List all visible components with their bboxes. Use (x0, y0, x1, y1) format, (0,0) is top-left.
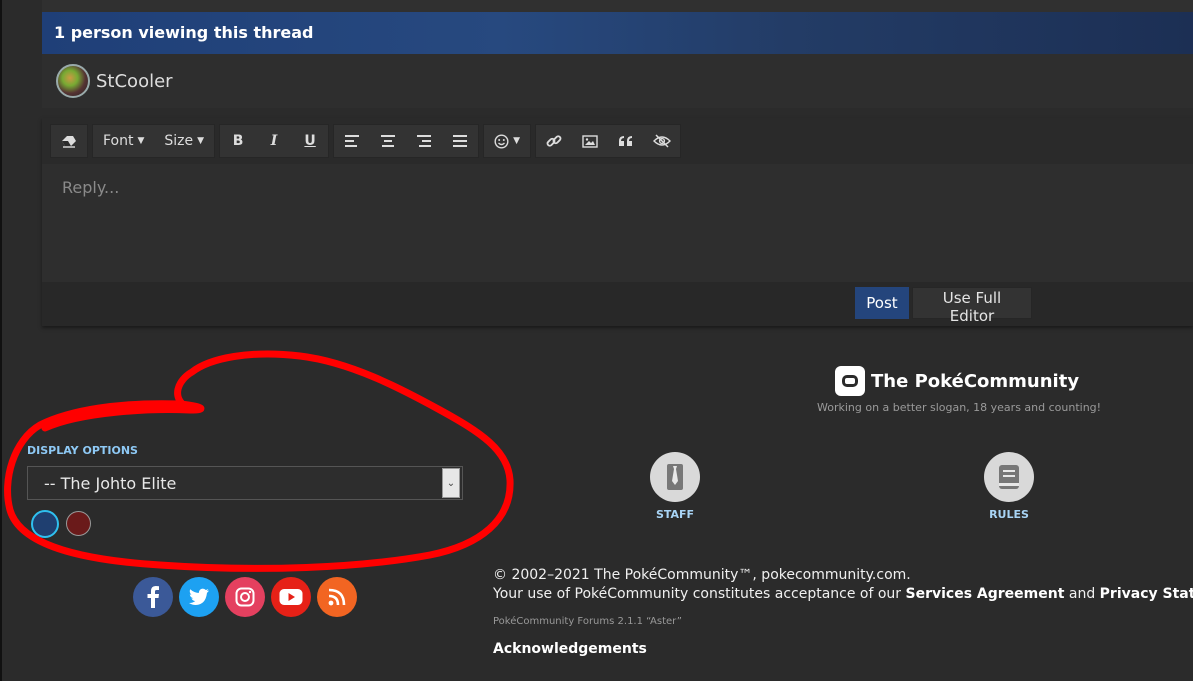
justify-icon (453, 135, 468, 147)
services-agreement-link[interactable]: Services Agreement (906, 586, 1065, 602)
spoiler-button[interactable] (644, 125, 680, 157)
instagram-link[interactable] (225, 577, 265, 617)
justify-button[interactable] (442, 125, 478, 157)
privacy-statement-link[interactable]: Privacy Statement (1100, 586, 1193, 602)
caret-down-icon: ▼ (197, 136, 205, 146)
toolbar-group-insert (535, 124, 681, 158)
reply-textarea[interactable]: Reply... (42, 164, 1193, 282)
color-swatch-blue[interactable] (31, 510, 59, 538)
forum-version: PokéCommunity Forums 2.1.1 “Aster” (493, 616, 682, 627)
facebook-link[interactable] (133, 577, 173, 617)
font-label: Font (103, 133, 134, 149)
color-swatch-red[interactable] (66, 511, 91, 536)
underline-button[interactable]: U (292, 125, 328, 157)
size-menu-button[interactable]: Size ▼ (154, 125, 214, 157)
align-right-button[interactable] (406, 125, 442, 157)
avatar[interactable] (56, 64, 90, 98)
brand-name: The PokéCommunity (871, 370, 1080, 392)
insert-link-button[interactable] (536, 125, 572, 157)
twitter-link[interactable] (179, 577, 219, 617)
image-icon (582, 134, 598, 148)
reply-placeholder: Reply... (62, 178, 120, 197)
post-button[interactable]: Post (855, 287, 909, 319)
viewer-row: StCooler (42, 54, 1193, 108)
instagram-icon (235, 587, 255, 607)
italic-button[interactable]: I (256, 125, 292, 157)
staff-circle (650, 452, 700, 502)
twitter-icon (188, 588, 209, 605)
toolbar-group-emoji: ▼ (483, 124, 531, 158)
font-menu-button[interactable]: Font ▼ (93, 125, 154, 157)
align-left-icon (345, 135, 360, 147)
size-label: Size (164, 133, 194, 149)
eye-slash-icon (653, 134, 671, 148)
smiley-icon (494, 133, 509, 149)
clear-formatting-button[interactable] (51, 125, 87, 157)
usage-and: and (1064, 586, 1100, 602)
toolbar-group-clear (50, 124, 88, 158)
insert-image-button[interactable] (572, 125, 608, 157)
use-full-editor-button[interactable]: Use Full Editor (912, 287, 1032, 325)
copyright-text: © 2002–2021 The PokéCommunity™, pokecomm… (493, 567, 911, 583)
thread-viewers-block: 1 person viewing this thread StCooler (42, 12, 1193, 108)
editor-toolbar: Font ▼ Size ▼ B I U ▼ (42, 118, 1193, 164)
page-left-edge (0, 0, 2, 681)
site-slogan: Working on a better slogan, 18 years and… (817, 401, 1102, 414)
viewer-username[interactable]: StCooler (96, 71, 173, 92)
rss-link[interactable] (317, 577, 357, 617)
youtube-icon (279, 589, 303, 605)
quote-button[interactable] (608, 125, 644, 157)
selected-style: -- The Johto Elite (44, 473, 177, 493)
acknowledgements-link[interactable]: Acknowledgements (493, 641, 647, 657)
bold-button[interactable]: B (220, 125, 256, 157)
editor-footer: Post Use Full Editor (42, 282, 1193, 326)
bold-icon: B (232, 133, 244, 149)
rules-circle (984, 452, 1034, 502)
align-center-icon (381, 135, 396, 147)
style-chooser-select[interactable]: -- The Johto Elite ⌄ (27, 466, 463, 500)
quick-reply-editor: Font ▼ Size ▼ B I U ▼ Reply... Post Use … (42, 118, 1193, 326)
toolbar-group-style: B I U (219, 124, 330, 158)
necktie-icon (667, 464, 683, 490)
viewers-heading: 1 person viewing this thread (42, 12, 1193, 54)
youtube-link[interactable] (271, 577, 311, 617)
rss-icon (328, 588, 346, 606)
rules-label: RULES (989, 508, 1029, 521)
align-left-button[interactable] (334, 125, 370, 157)
top-strip (42, 0, 1193, 12)
align-right-icon (417, 135, 432, 147)
emoji-menu-button[interactable]: ▼ (484, 125, 530, 157)
pokecommunity-logo-icon (835, 366, 865, 396)
rules-link[interactable]: RULES (969, 452, 1049, 521)
book-icon (999, 465, 1019, 489)
quote-icon (619, 136, 632, 146)
site-brand[interactable]: The PokéCommunity (835, 366, 1079, 396)
toolbar-group-align (333, 124, 480, 158)
link-icon (546, 135, 562, 147)
italic-icon: I (270, 133, 278, 149)
underline-icon: U (304, 133, 316, 149)
usage-statement: Your use of PokéCommunity constitutes ac… (493, 586, 1193, 602)
caret-down-icon: ▼ (137, 136, 145, 146)
chevron-down-icon[interactable]: ⌄ (442, 468, 460, 498)
usage-prefix: Your use of PokéCommunity constitutes ac… (493, 586, 906, 602)
align-center-button[interactable] (370, 125, 406, 157)
display-options-label: DISPLAY OPTIONS (27, 444, 138, 457)
caret-down-icon: ▼ (513, 136, 520, 146)
toolbar-group-font: Font ▼ Size ▼ (92, 124, 216, 158)
staff-link[interactable]: STAFF (635, 452, 715, 521)
eraser-icon (62, 136, 76, 148)
facebook-icon (147, 586, 159, 608)
staff-label: STAFF (655, 508, 695, 521)
